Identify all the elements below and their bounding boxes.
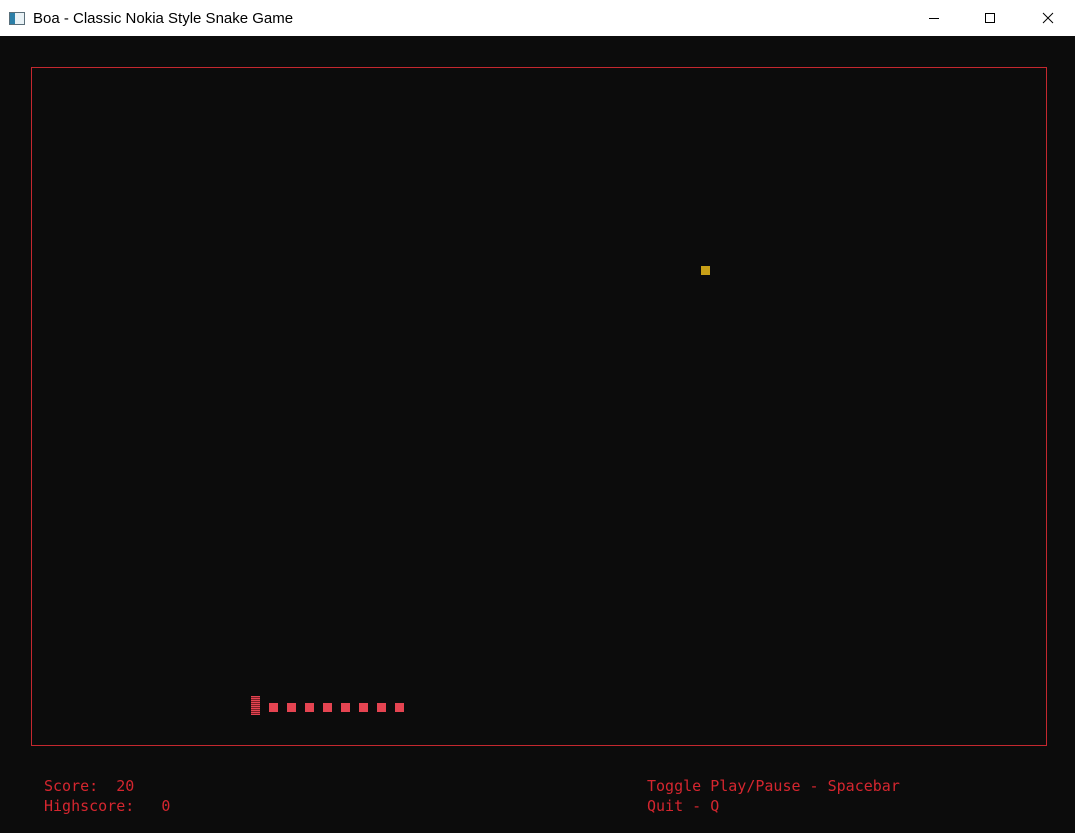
snake-segment xyxy=(377,703,386,712)
minimize-button[interactable] xyxy=(911,0,957,36)
help-toggle-text: Toggle Play/Pause - Spacebar xyxy=(647,777,900,795)
close-icon xyxy=(1042,12,1054,24)
snake-head xyxy=(251,696,260,715)
minimize-icon xyxy=(929,18,939,19)
app-icon xyxy=(9,11,25,25)
title-bar: Boa - Classic Nokia Style Snake Game xyxy=(0,0,1075,36)
game-board-border xyxy=(31,67,1047,746)
snake-segment xyxy=(287,703,296,712)
window-title: Boa - Classic Nokia Style Snake Game xyxy=(33,9,294,27)
help-quit-text: Quit - Q xyxy=(647,797,720,815)
score-value: 20 xyxy=(116,777,135,795)
score-label: Score: xyxy=(44,777,99,795)
snake-segment xyxy=(269,703,278,712)
highscore-value: 0 xyxy=(161,797,171,815)
close-button[interactable] xyxy=(1025,0,1071,36)
snake-segment xyxy=(341,703,350,712)
maximize-button[interactable] xyxy=(967,0,1013,36)
snake-segment xyxy=(359,703,368,712)
snake-segment xyxy=(395,703,404,712)
score-line: Score: 20 xyxy=(44,776,134,796)
maximize-icon xyxy=(985,13,995,23)
highscore-line: Highscore: 0 xyxy=(44,796,170,816)
food-pellet xyxy=(701,266,710,275)
snake-segment xyxy=(323,703,332,712)
snake-segment xyxy=(305,703,314,712)
highscore-label: Highscore: xyxy=(44,797,135,815)
